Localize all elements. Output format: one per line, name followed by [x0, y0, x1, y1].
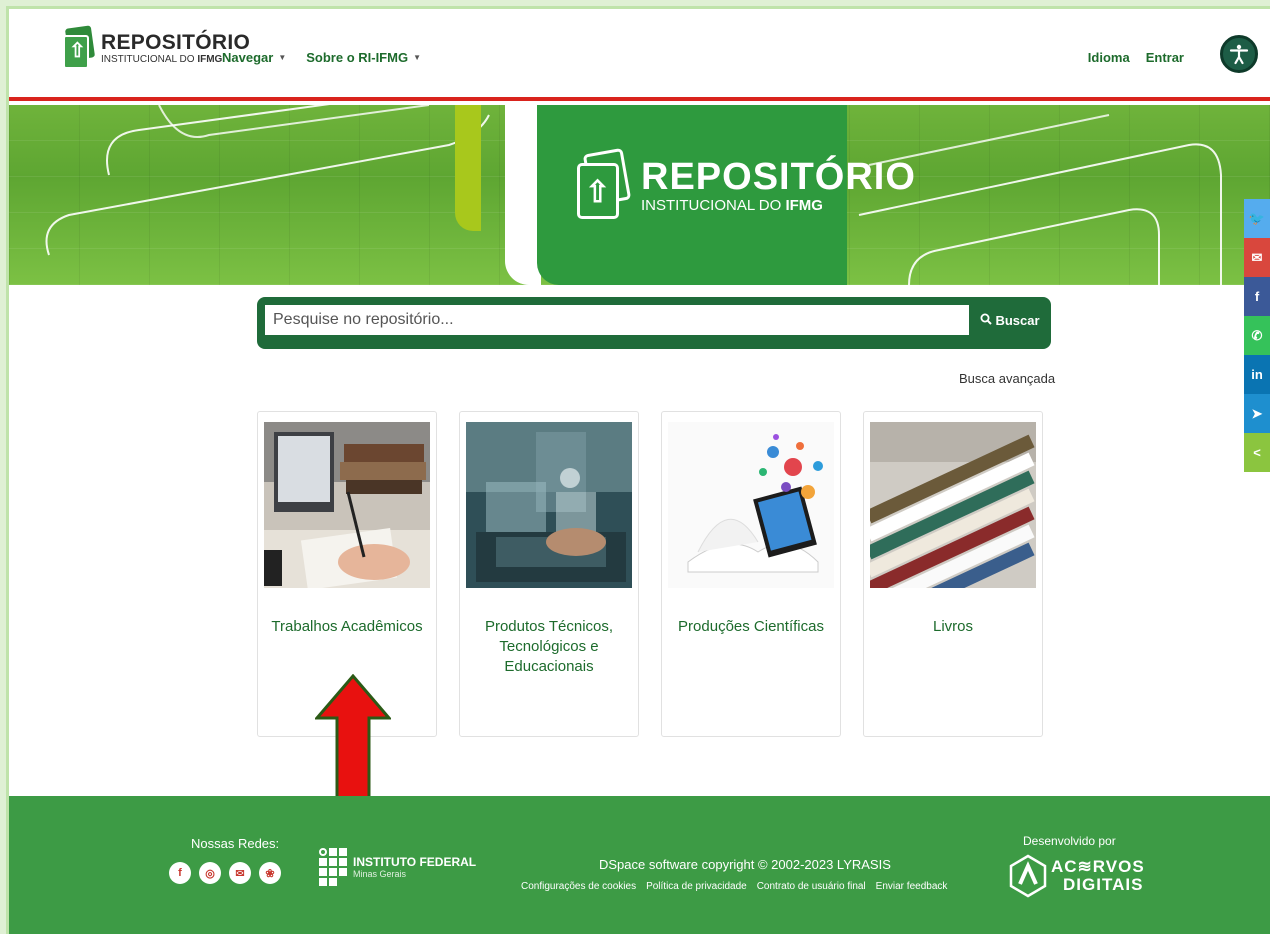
card-image-book-laptop: [668, 422, 834, 588]
repository-logo-icon: ⇧: [577, 147, 635, 221]
email-icon[interactable]: ✉: [229, 862, 251, 884]
card-image-books: [865, 422, 1036, 632]
copyright-text[interactable]: DSpace software copyright © 2002-2023 LY…: [599, 857, 891, 872]
share-sidebar: 🐦 ✉ f ✆ in ➤ <: [1244, 199, 1270, 472]
card-producoes-cientificas[interactable]: Produções Científicas: [661, 411, 841, 737]
login-link[interactable]: Entrar: [1146, 50, 1184, 65]
search-icon: [980, 313, 993, 328]
search-button[interactable]: Buscar: [977, 305, 1043, 335]
caret-down-icon: ▼: [278, 53, 287, 62]
nav-navegar[interactable]: Navegar ▼: [222, 50, 286, 65]
search-input[interactable]: [265, 305, 969, 335]
banner-title: REPOSITÓRIO: [641, 156, 916, 198]
card-produtos-tecnicos[interactable]: Produtos Técnicos, Tecnológicos e Educac…: [459, 411, 639, 737]
page: ⇧ REPOSITÓRIO INSTITUCIONAL DO IFMG Nave…: [6, 6, 1270, 934]
institute-region: Minas Gerais: [353, 868, 407, 879]
institute-name: INSTITUTO FEDERAL: [353, 854, 477, 869]
facebook-icon[interactable]: f: [169, 862, 191, 884]
card-livros[interactable]: Livros: [863, 411, 1043, 737]
footer-links: Configurações de cookies Política de pri…: [521, 881, 947, 892]
instituto-federal-logo[interactable]: INSTITUTO FEDERAL Minas Gerais: [319, 848, 476, 886]
acervos-digitais-logo[interactable]: AC≋RVOS DIGITAIS: [1009, 854, 1145, 898]
caret-down-icon: ▼: [413, 53, 421, 62]
social-title: Nossas Redes:: [191, 836, 280, 851]
banner-subtitle: INSTITUCIONAL DO IFMG: [641, 197, 823, 214]
developed-by-label: Desenvolvido por: [1023, 834, 1116, 848]
banner-logo: ⇧ REPOSITÓRIO INSTITUCIONAL DO IFMG: [577, 147, 916, 221]
feedback-link[interactable]: Enviar feedback: [876, 881, 948, 892]
search-bar: Buscar: [257, 297, 1051, 349]
advanced-search-link[interactable]: Busca avançada: [959, 371, 1055, 386]
cookie-settings-link[interactable]: Configurações de cookies: [521, 881, 636, 892]
twitter-icon[interactable]: 🐦: [1244, 199, 1270, 238]
share-icon[interactable]: <: [1244, 433, 1270, 472]
nav-sobre[interactable]: Sobre o RI-IFMG ▼: [306, 50, 421, 65]
instituto-federal-logo-icon: [319, 848, 347, 886]
privacy-policy-link[interactable]: Política de privacidade: [646, 881, 747, 892]
accessibility-icon[interactable]: [1220, 35, 1258, 73]
whatsapp-icon[interactable]: ✆: [1244, 316, 1270, 355]
card-label: Produtos Técnicos, Tecnológicos e Educac…: [484, 618, 614, 675]
developer-name-line2: DIGITAIS: [1063, 875, 1144, 894]
footer: Nossas Redes: f ◎ ✉ ❀ INSTITUTO FEDERAL …: [9, 796, 1270, 934]
instagram-icon[interactable]: ◎: [199, 862, 221, 884]
flickr-icon[interactable]: ❀: [259, 862, 281, 884]
card-label: Produções Científicas: [678, 618, 824, 635]
user-nav: Idioma Entrar: [1088, 50, 1184, 65]
end-user-agreement-link[interactable]: Contrato de usuário final: [757, 881, 866, 892]
email-icon[interactable]: ✉: [1244, 238, 1270, 277]
telegram-icon[interactable]: ➤: [1244, 394, 1270, 433]
developer-name-line1: AC≋RVOS: [1051, 857, 1145, 876]
top-navbar: ⇧ REPOSITÓRIO INSTITUCIONAL DO IFMG Nave…: [9, 9, 1270, 101]
social-links: f ◎ ✉ ❀: [169, 862, 281, 884]
repository-logo-icon: ⇧: [63, 25, 97, 71]
acervos-hex-icon: [1009, 854, 1047, 898]
card-image-writing: [264, 422, 430, 591]
language-menu[interactable]: Idioma: [1088, 50, 1130, 65]
card-label: Trabalhos Acadêmicos: [271, 618, 423, 635]
card-image-laptop: [466, 422, 632, 588]
main-nav: Navegar ▼ Sobre o RI-IFMG ▼: [222, 50, 421, 65]
card-label: Livros: [932, 618, 973, 635]
hero-banner: ⇧ REPOSITÓRIO INSTITUCIONAL DO IFMG: [9, 105, 1270, 285]
linkedin-icon[interactable]: in: [1244, 355, 1270, 394]
facebook-icon[interactable]: f: [1244, 277, 1270, 316]
